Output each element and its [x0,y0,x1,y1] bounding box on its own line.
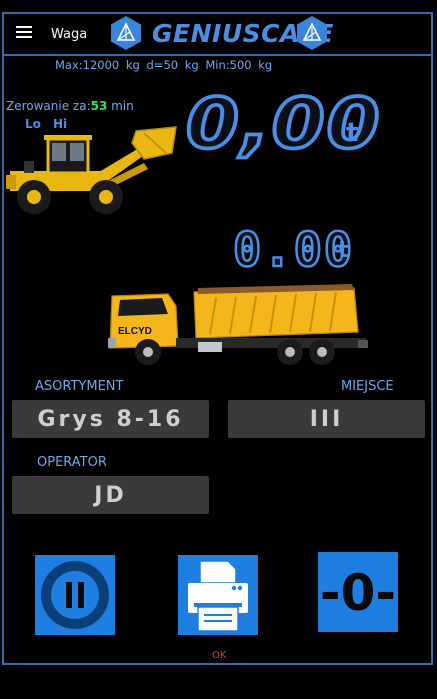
print-button[interactable] [178,555,258,635]
assortment-field[interactable]: Grys 8-16 [12,400,209,438]
zero-button[interactable]: -0- [318,552,398,632]
operator-field[interactable]: JD [12,476,209,514]
pause-button[interactable] [35,555,115,635]
place-field[interactable]: III [228,400,425,438]
dump-truck-icon: ELCYD [108,284,368,365]
main-weight-unit: t [346,118,359,148]
zeroing-countdown: Zerowanie za:53 min [6,99,134,113]
place-label: MIEJSCE [341,379,394,394]
zero-icon: -0- [320,564,396,622]
hamburger-menu-icon[interactable] [16,26,32,40]
zeroing-label: Zerowanie za: [6,99,91,113]
truck-cab-text: ELCYD [118,326,152,337]
assortment-label: ASORTYMENT [35,379,124,394]
wheel-loader-icon [6,126,177,214]
pause-icon [41,561,109,629]
zeroing-unit: min [111,99,134,113]
secondary-weight-display: 0.00 [232,222,355,280]
top-bar: Waga GENIUSCALE [2,12,433,56]
status-text: OK [212,650,227,661]
scale-specs: Max:12000 kg d=50 kg Min:500 kg [55,58,273,72]
zeroing-minutes: 53 [90,99,108,113]
operator-label: OPERATOR [37,455,107,470]
secondary-weight-unit: t [338,238,349,263]
brand-logo-right-icon [297,16,327,50]
printer-icon [188,560,248,632]
section-label[interactable]: Waga [51,27,87,42]
zero-button-text: -0- [320,564,396,622]
brand-logo-left-icon [111,16,141,50]
